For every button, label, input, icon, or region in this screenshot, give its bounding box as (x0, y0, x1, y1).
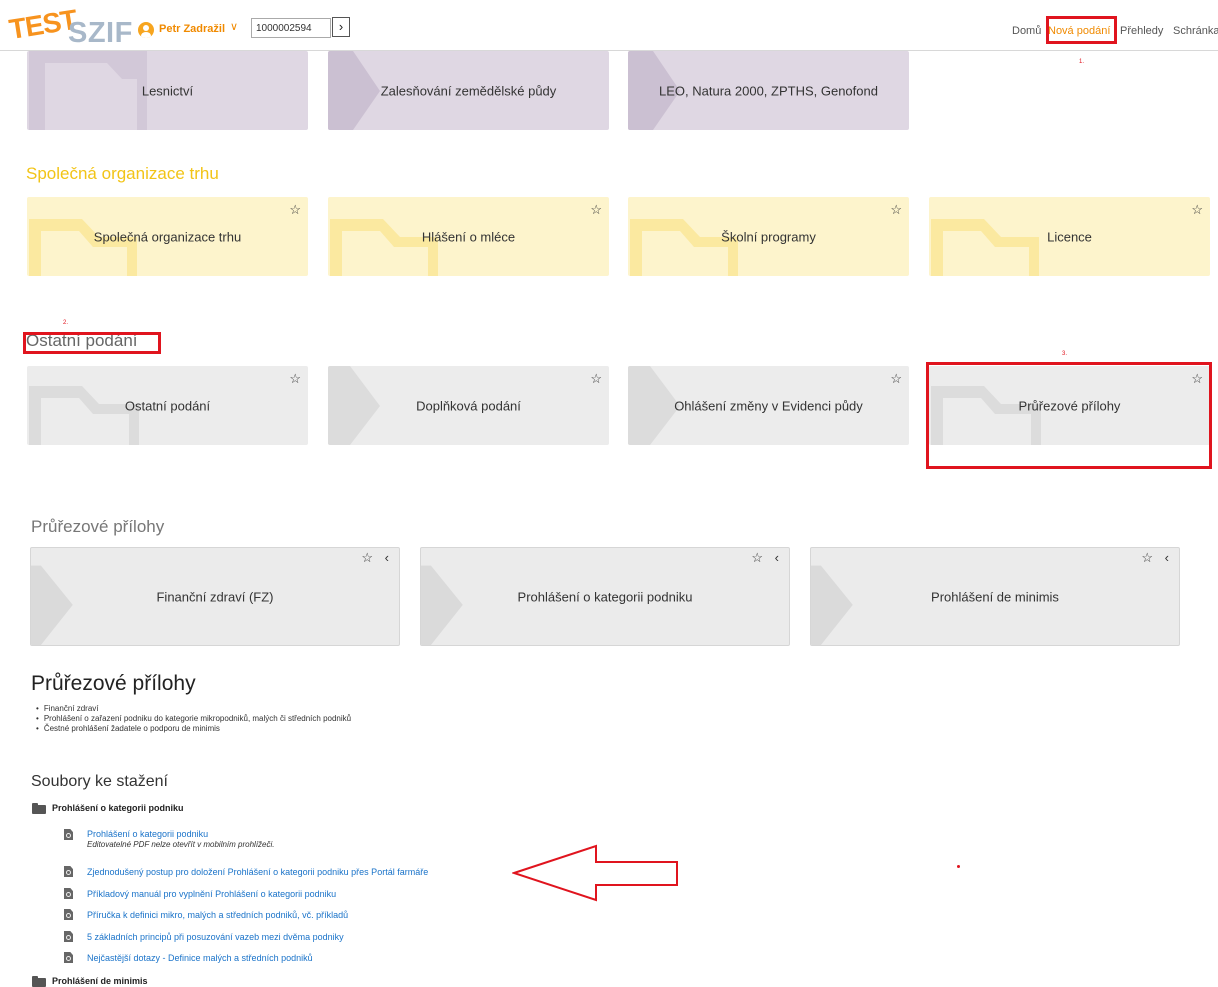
tile-label: Licence (1047, 229, 1092, 244)
download-link[interactable]: Nejčastější dotazy - Definice malých a s… (87, 953, 313, 963)
pdf-icon (64, 866, 73, 877)
top-header: TEST SZIF Petr Zadražil ∨ › Domů Nová po… (0, 0, 1218, 51)
tile-zalesnovani[interactable]: Zalesňování zemědělské půdy (328, 51, 609, 130)
tile-licence[interactable]: ☆ Licence (929, 197, 1210, 276)
star-icon[interactable]: ☆ (1141, 550, 1153, 566)
folder-icon (32, 803, 46, 814)
tile-financni-zdravi[interactable]: ☆ ‹ Finanční zdraví (FZ) (30, 547, 400, 646)
pdf-icon (64, 931, 73, 942)
annotation-3: 3. (1062, 351, 1068, 357)
tile-label: Finanční zdraví (FZ) (156, 589, 274, 604)
tile-hlaseni-o-mlece[interactable]: ☆ Hlášení o mléce (328, 197, 609, 276)
nav-prehledy[interactable]: Přehledy (1120, 25, 1163, 37)
list-item: Prohlášení o zařazení podniku do kategor… (36, 714, 351, 724)
star-icon[interactable]: ☆ (1191, 202, 1203, 218)
folder-icon (32, 976, 46, 987)
list-item-text: Finanční zdraví (43, 704, 99, 713)
star-icon[interactable]: ☆ (751, 550, 763, 566)
tile-label: Prohlášení de minimis (931, 589, 1059, 604)
tile-ohlaseni-zmeny[interactable]: ☆ Ohlášení změny v Evidenci půdy (628, 366, 909, 445)
star-icon[interactable]: ☆ (890, 202, 902, 218)
tile-label: Zalesňování zemědělské půdy (380, 83, 557, 98)
user-name[interactable]: Petr Zadražil (159, 23, 225, 35)
annotation-1: 1. (1079, 59, 1085, 65)
tile-doplnkova-podani[interactable]: ☆ Doplňková podání (328, 366, 609, 445)
section-title-sot: Společná organizace trhu (26, 164, 219, 183)
tile-label: Školní programy (721, 229, 816, 244)
highlight-box-3 (926, 362, 1212, 469)
annotation-arrow (512, 844, 678, 902)
star-icon[interactable]: ☆ (289, 202, 301, 218)
tile-label: Doplňková podání (416, 398, 521, 413)
tile-prohlaseni-kategorie[interactable]: ☆ ‹ Prohlášení o kategorii podniku (420, 547, 790, 646)
client-id-input[interactable] (251, 18, 331, 38)
tile-sot[interactable]: ☆ Společná organizace trhu (27, 197, 308, 276)
annotation-dot (957, 865, 960, 868)
tile-label: Společná organizace trhu (93, 229, 242, 244)
tile-lesnictvi[interactable]: Lesnictví (27, 51, 308, 130)
szif-logo[interactable]: SZIF (68, 17, 133, 50)
star-icon[interactable]: ☆ (361, 550, 373, 566)
downloads-title: Soubory ke stažení (31, 773, 168, 790)
tile-prohlaseni-de-minimis[interactable]: ☆ ‹ Prohlášení de minimis (810, 547, 1180, 646)
tile-label: Prohlášení o kategorii podniku (517, 589, 693, 604)
list-item-text: Čestné prohlášení žadatele o podporu de … (43, 724, 220, 733)
download-group-kategorie[interactable]: Prohlášení o kategorii podniku (52, 803, 184, 813)
pdf-icon (64, 909, 73, 920)
tile-label: Lesnictví (141, 83, 194, 98)
star-icon[interactable]: ☆ (890, 371, 902, 387)
highlight-box-2 (23, 332, 161, 354)
tile-label: Hlášení o mléce (421, 229, 516, 244)
chevron-down-icon[interactable]: ∨ (230, 20, 238, 33)
tile-leo[interactable]: LEO, Natura 2000, ZPTHS, Genofond (628, 51, 909, 130)
list-item-text: Prohlášení o zařazení podniku do kategor… (43, 714, 352, 723)
chevron-left-icon[interactable]: ‹ (775, 550, 779, 565)
annotation-2: 2. (63, 320, 69, 326)
download-link[interactable]: Příručka k definici mikro, malých a stře… (87, 910, 348, 920)
section-title-prurezove: Průřezové přílohy (31, 517, 165, 536)
pdf-icon (64, 952, 73, 963)
tile-ostatni-podani[interactable]: ☆ Ostatní podání (27, 366, 308, 445)
download-link[interactable]: Příkladový manuál pro vyplnění Prohlášen… (87, 889, 336, 899)
list-item: Čestné prohlášení žadatele o podporu de … (36, 724, 351, 734)
user-icon (138, 22, 154, 38)
download-link[interactable]: Prohlášení o kategorii podniku (87, 829, 208, 839)
tile-skolni-programy[interactable]: ☆ Školní programy (628, 197, 909, 276)
chevron-left-icon[interactable]: ‹ (1165, 550, 1169, 565)
tile-label: Ostatní podání (124, 398, 211, 413)
tile-label: LEO, Natura 2000, ZPTHS, Genofond (659, 83, 878, 98)
nav-schranka[interactable]: Schránka (1173, 25, 1218, 37)
pdf-icon (64, 829, 73, 840)
highlight-box-1 (1046, 16, 1117, 44)
download-link[interactable]: Zjednodušený postup pro doložení Prohláš… (87, 867, 428, 877)
page-title: Průřezové přílohy (31, 672, 196, 695)
star-icon[interactable]: ☆ (590, 371, 602, 387)
download-link[interactable]: 5 základních principů při posuzování vaz… (87, 932, 344, 942)
list-item: Finanční zdraví (36, 704, 351, 714)
download-group-de-minimis[interactable]: Prohlášení de minimis (52, 976, 148, 986)
pdf-icon (64, 888, 73, 899)
chevron-left-icon[interactable]: ‹ (385, 550, 389, 565)
arrow-right-icon[interactable]: › (332, 17, 350, 37)
star-icon[interactable]: ☆ (289, 371, 301, 387)
info-bullet-list: Finanční zdraví Prohlášení o zařazení po… (36, 704, 351, 734)
download-note: Editovatelné PDF nelze otevřít v mobilní… (87, 840, 275, 849)
nav-domu[interactable]: Domů (1012, 25, 1041, 37)
tile-label: Ohlášení změny v Evidenci půdy (674, 398, 863, 413)
star-icon[interactable]: ☆ (590, 202, 602, 218)
